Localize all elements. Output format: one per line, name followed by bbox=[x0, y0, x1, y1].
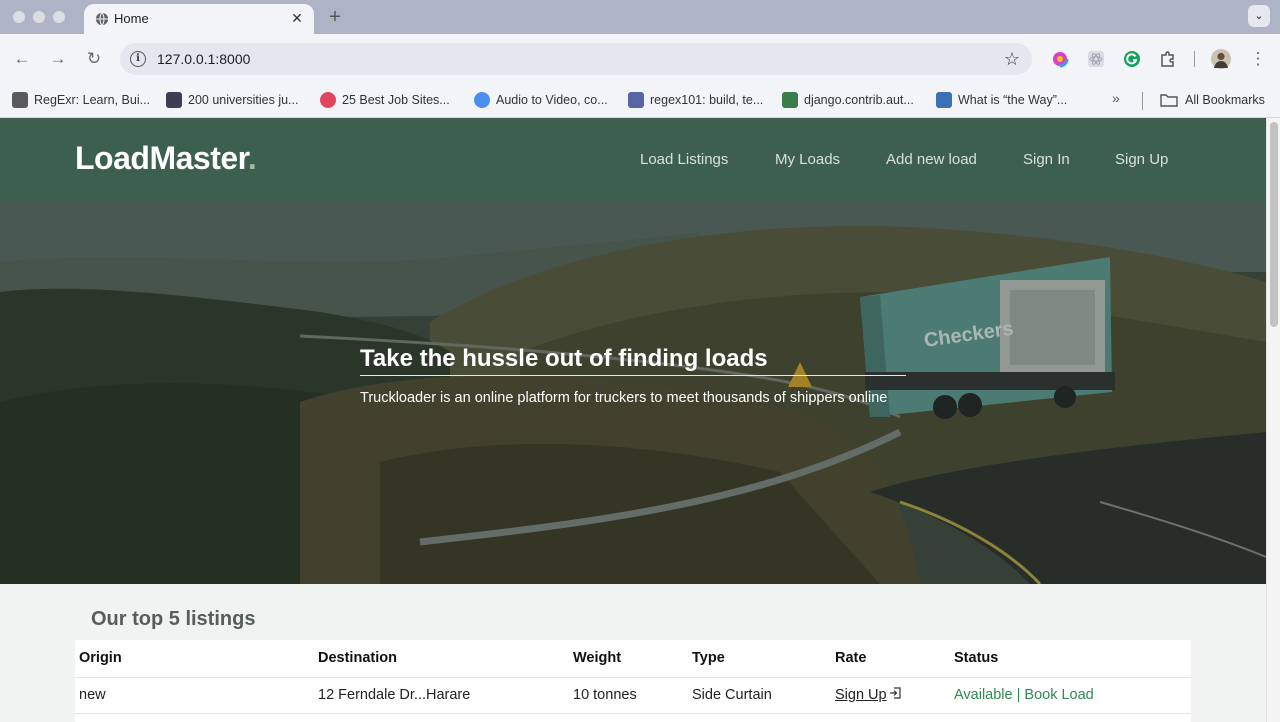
bookmarks-bar: RegExr: Learn, Bui... 200 universities j… bbox=[0, 84, 1280, 118]
toolbar-divider bbox=[1194, 51, 1195, 67]
close-window-button[interactable] bbox=[13, 11, 25, 23]
column-header-status: Status bbox=[954, 650, 999, 666]
bookmarks-divider bbox=[1142, 92, 1143, 110]
nav-sign-up[interactable]: Sign Up bbox=[1115, 151, 1168, 168]
browser-toolbar: ← → ↻ i 127.0.0.1:8000 ☆ ⋮ bbox=[0, 34, 1280, 84]
color-picker-extension-icon[interactable] bbox=[1051, 50, 1069, 68]
new-tab-icon[interactable]: + bbox=[324, 6, 346, 28]
nav-load-listings[interactable]: Load Listings bbox=[640, 151, 728, 168]
table-divider bbox=[75, 677, 1191, 678]
all-bookmarks-button[interactable]: All Bookmarks bbox=[1160, 88, 1265, 112]
bookmark-label: 25 Best Job Sites... bbox=[342, 93, 450, 107]
tab-search-icon[interactable]: ⌄ bbox=[1248, 5, 1270, 27]
bookmark-star-icon[interactable]: ☆ bbox=[1004, 48, 1020, 70]
regexr-icon bbox=[12, 92, 28, 108]
logo-dot: . bbox=[247, 140, 257, 176]
site-logo[interactable]: LoadMaster. bbox=[75, 140, 257, 177]
extensions-puzzle-icon[interactable] bbox=[1159, 50, 1177, 68]
rate-sign-up-link[interactable]: Sign Up bbox=[835, 687, 901, 703]
login-icon bbox=[889, 687, 901, 699]
hero-title: Take the hussle out of finding loads bbox=[360, 345, 768, 372]
logo-text: LoadMaster bbox=[75, 140, 248, 176]
more-bookmarks-icon[interactable]: » bbox=[1112, 90, 1120, 106]
column-header-rate: Rate bbox=[835, 650, 867, 666]
bookmark-item[interactable]: RegExr: Learn, Bui... bbox=[12, 88, 150, 112]
bookmark-item[interactable]: regex101: build, te... bbox=[628, 88, 763, 112]
profile-avatar[interactable] bbox=[1211, 49, 1231, 69]
minimize-window-button[interactable] bbox=[33, 11, 45, 23]
regex101-icon bbox=[628, 92, 644, 108]
page-viewport: LoadMaster. Load Listings My Loads Add n… bbox=[0, 118, 1280, 722]
globe-icon bbox=[95, 12, 109, 26]
cell-destination: 12 Ferndale Dr...Harare bbox=[318, 687, 471, 703]
bookmark-label: RegExr: Learn, Bui... bbox=[34, 93, 151, 107]
hero-banner: Checkers Take the hussle out of finding … bbox=[0, 202, 1266, 584]
jobsites-icon bbox=[320, 92, 336, 108]
zoom-window-button[interactable] bbox=[53, 11, 65, 23]
bookmark-item[interactable]: What is “the Way”... bbox=[936, 88, 1067, 112]
address-bar[interactable]: i 127.0.0.1:8000 ☆ bbox=[120, 43, 1032, 75]
listings-title: Our top 5 listings bbox=[91, 608, 256, 630]
bookmark-item[interactable]: 25 Best Job Sites... bbox=[320, 88, 450, 112]
mastodon-icon bbox=[166, 92, 182, 108]
react-devtools-icon[interactable] bbox=[1087, 50, 1105, 68]
status-book-load-link[interactable]: Available | Book Load bbox=[954, 687, 1094, 703]
column-header-weight: Weight bbox=[573, 650, 622, 666]
tab-home[interactable]: Home ✕ bbox=[84, 4, 314, 34]
all-bookmarks-label: All Bookmarks bbox=[1185, 93, 1265, 107]
bookmark-item[interactable]: 200 universities ju... bbox=[166, 88, 298, 112]
page-scrollbar[interactable] bbox=[1266, 118, 1280, 722]
close-tab-icon[interactable]: ✕ bbox=[288, 9, 306, 27]
bookmark-label: What is “the Way”... bbox=[958, 93, 1068, 107]
nav-sign-in[interactable]: Sign In bbox=[1023, 151, 1070, 168]
cell-weight: 10 tonnes bbox=[573, 687, 637, 703]
bookmark-item[interactable]: Audio to Video, co... bbox=[474, 88, 608, 112]
cell-origin: new bbox=[79, 687, 106, 703]
site-info-icon[interactable]: i bbox=[130, 51, 146, 67]
column-header-type: Type bbox=[692, 650, 725, 666]
hero-subtitle: Truckloader is an online platform for tr… bbox=[360, 390, 888, 406]
tab-title: Home bbox=[114, 11, 149, 26]
cell-type: Side Curtain bbox=[692, 687, 772, 703]
hero-divider bbox=[360, 375, 906, 376]
bookmark-item[interactable]: django.contrib.aut... bbox=[782, 88, 914, 112]
column-header-destination: Destination bbox=[318, 650, 397, 666]
django-icon bbox=[782, 92, 798, 108]
bookmark-label: regex101: build, te... bbox=[650, 93, 764, 107]
back-icon[interactable]: ← bbox=[11, 48, 33, 70]
grammarly-icon[interactable] bbox=[1123, 50, 1141, 68]
table-divider bbox=[75, 713, 1191, 714]
column-header-origin: Origin bbox=[79, 650, 122, 666]
bookmark-label: 200 universities ju... bbox=[188, 93, 299, 107]
listings-table: Origin Destination Weight Type Rate Stat… bbox=[75, 640, 1191, 722]
browser-menu-icon[interactable]: ⋮ bbox=[1247, 48, 1269, 70]
stackexchange-icon bbox=[936, 92, 952, 108]
folder-icon bbox=[1160, 94, 1178, 107]
url-text: 127.0.0.1:8000 bbox=[157, 51, 251, 67]
audio-video-icon bbox=[474, 92, 490, 108]
nav-my-loads[interactable]: My Loads bbox=[775, 151, 840, 168]
reload-icon[interactable]: ↻ bbox=[83, 48, 105, 70]
forward-icon[interactable]: → bbox=[47, 48, 69, 70]
nav-add-new-load[interactable]: Add new load bbox=[886, 151, 977, 168]
rate-link-label: Sign Up bbox=[835, 687, 887, 703]
site-header: LoadMaster. Load Listings My Loads Add n… bbox=[0, 118, 1266, 202]
browser-tabstrip: Home ✕ + ⌄ bbox=[0, 0, 1280, 34]
bookmark-label: django.contrib.aut... bbox=[804, 93, 914, 107]
bookmark-label: Audio to Video, co... bbox=[496, 93, 608, 107]
scrollbar-thumb[interactable] bbox=[1270, 122, 1278, 327]
